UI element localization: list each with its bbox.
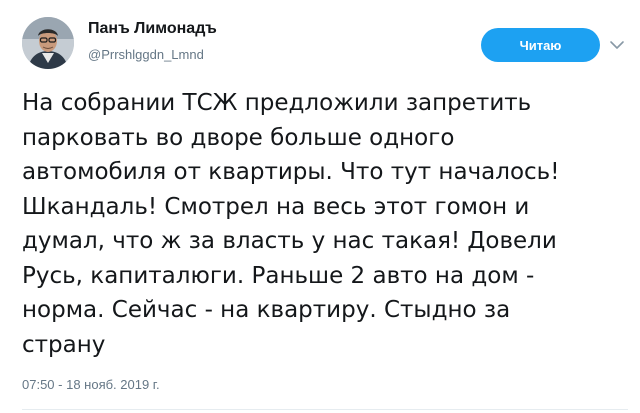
divider	[22, 409, 628, 410]
tweet-text-line: страну	[22, 331, 106, 358]
following-button[interactable]: Читаю	[481, 28, 600, 62]
tweet-text-line: думал, что ж за власть у нас такая! Дове…	[22, 228, 557, 254]
tweet-text-line: Шкандаль! Смотрел на весь этот гомон и	[22, 193, 530, 220]
avatar[interactable]	[22, 17, 74, 69]
author-display-name[interactable]: Панъ Лимонадъ	[88, 20, 217, 38]
tweet-text-line: норма. Сейчас - на квартиру. Стыдно за	[22, 297, 511, 323]
tweet-text-line: автомобиля от квартиры. Что тут началось…	[22, 159, 560, 185]
chevron-down-icon	[610, 41, 624, 49]
tweet-text: На собрании ТСЖ предложили запретить пар…	[22, 86, 632, 362]
user-avatar-icon	[22, 17, 74, 69]
author-handle[interactable]: @Prrshlggdn_Lmnd	[88, 47, 204, 62]
tweet-text-line: Русь, капиталюги. Раньше 2 авто на дом -	[22, 262, 535, 289]
tweet-text-line: На собрании ТСЖ предложили запретить	[22, 90, 532, 116]
tweet-text-line: парковать во дворе больше одного	[22, 124, 455, 151]
tweet-timestamp[interactable]: 07:50 - 18 нояб. 2019 г.	[22, 377, 160, 392]
more-options-button[interactable]	[609, 38, 625, 52]
